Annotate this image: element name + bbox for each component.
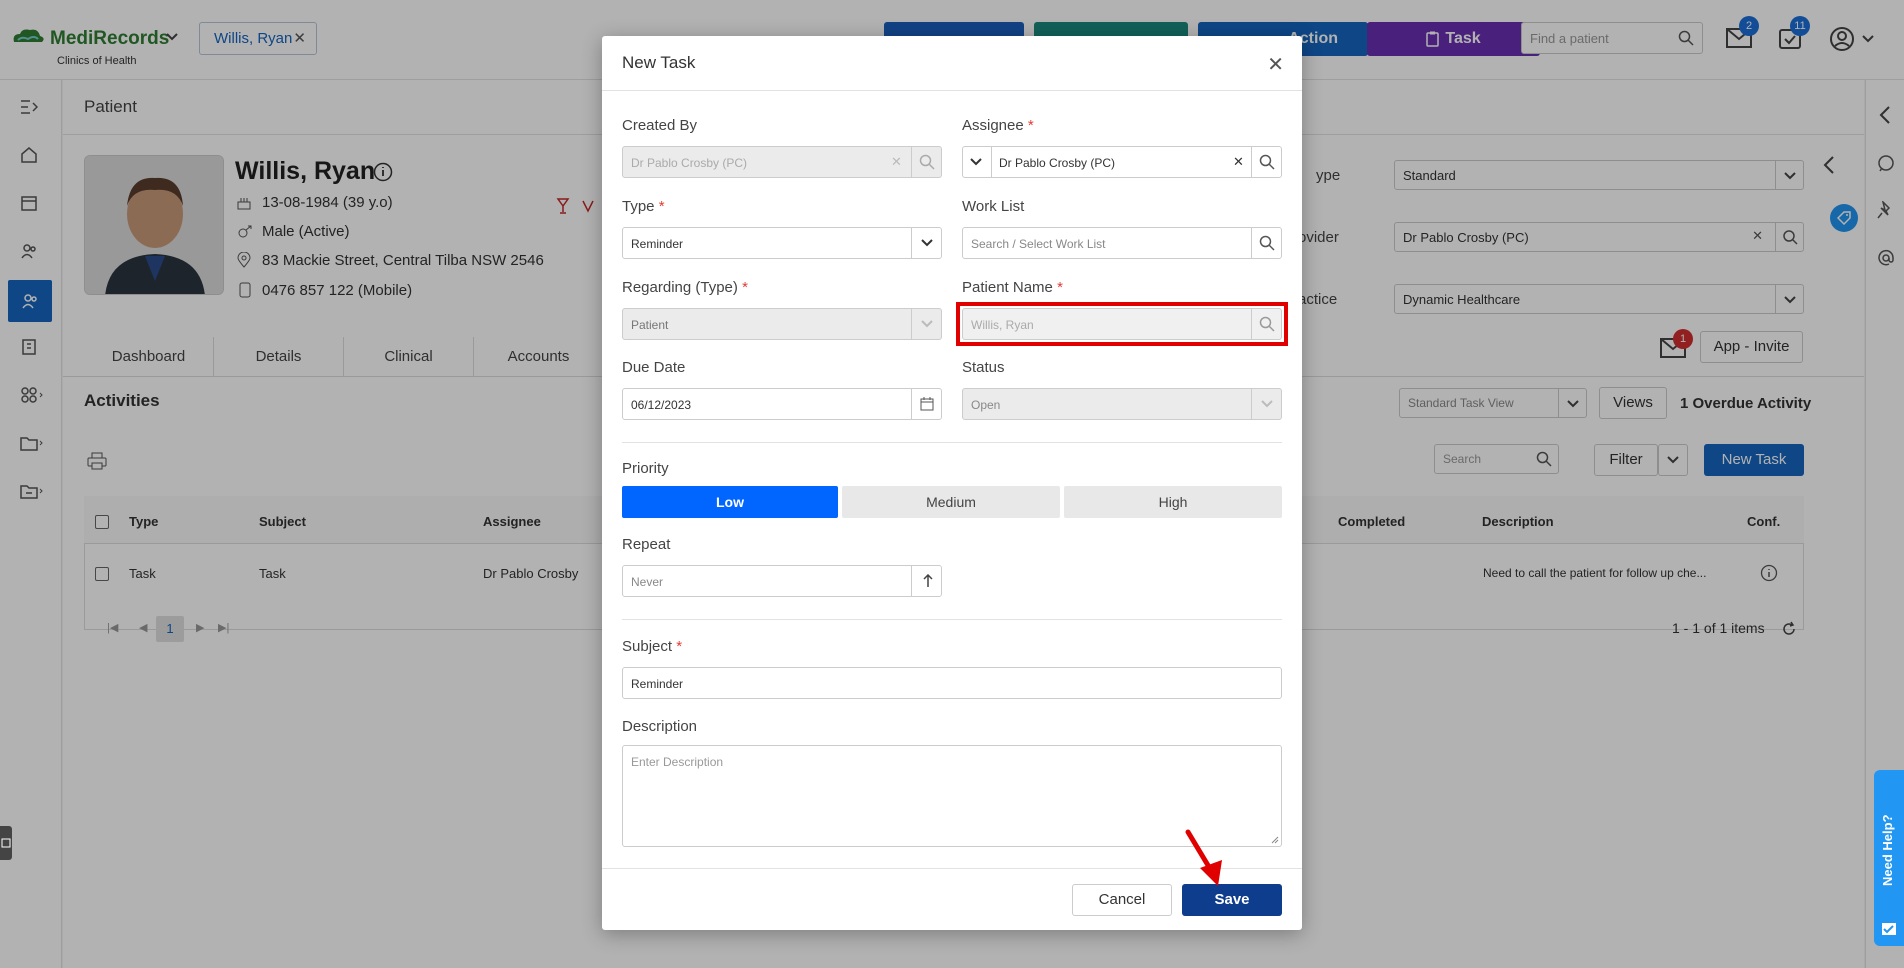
type-select[interactable]: Reminder	[622, 227, 942, 259]
assignee-value: Dr Pablo Crosby (PC)	[999, 156, 1116, 170]
required-mark: *	[1027, 117, 1034, 134]
required-mark: *	[1057, 279, 1063, 296]
repeat-select[interactable]: Never	[622, 565, 942, 597]
assignee-label: Assignee *	[962, 117, 1034, 134]
calendar-icon[interactable]	[920, 397, 934, 411]
due-date-label: Due Date	[622, 359, 686, 376]
required-mark: *	[658, 198, 665, 215]
chevron-down-icon	[920, 236, 934, 250]
highlight-box	[956, 302, 1288, 346]
regarding-label: Regarding (Type) *	[622, 279, 748, 296]
created-by-field: Dr Pablo Crosby (PC) ✕	[622, 146, 942, 178]
close-icon[interactable]: ✕	[1267, 52, 1284, 77]
search-icon	[919, 154, 935, 170]
repeat-options-icon[interactable]	[921, 574, 935, 588]
required-mark: *	[742, 279, 748, 296]
side-widget[interactable]	[0, 826, 12, 860]
work-list-input[interactable]: Search / Select Work List	[962, 227, 1282, 259]
created-by-value: Dr Pablo Crosby (PC)	[631, 156, 748, 170]
need-help-label: Need Help?	[1880, 814, 1895, 886]
required-mark: *	[676, 638, 683, 655]
work-list-label: Work List	[962, 198, 1025, 215]
chevron-down-icon	[1260, 397, 1274, 411]
regarding-label-text: Regarding (Type)	[622, 279, 738, 296]
priority-label: Priority	[622, 460, 669, 477]
priority-medium-button[interactable]: Medium	[842, 486, 1060, 518]
search-icon[interactable]	[1259, 235, 1275, 251]
created-by-label: Created By	[622, 117, 698, 134]
chevron-down-icon	[920, 317, 934, 331]
resize-handle-icon[interactable]	[1271, 836, 1279, 844]
patient-name-label: Patient Name *	[962, 279, 1063, 296]
type-value: Reminder	[631, 237, 684, 251]
regarding-select: Patient	[622, 308, 942, 340]
modal-header: New Task ✕	[602, 36, 1302, 91]
description-textarea[interactable]: Enter Description	[622, 745, 1282, 847]
subject-value: Reminder	[631, 677, 684, 691]
priority-low-button[interactable]: Low	[622, 486, 838, 518]
status-label: Status	[962, 359, 1005, 376]
due-date-value: 06/12/2023	[631, 398, 692, 412]
status-select: Open	[962, 388, 1282, 420]
assignee-field[interactable]: Dr Pablo Crosby (PC) ✕	[962, 146, 1282, 178]
regarding-value: Patient	[631, 318, 669, 332]
type-label: Type *	[622, 198, 665, 215]
need-help-tab[interactable]: Need Help?	[1874, 770, 1904, 946]
subject-input[interactable]: Reminder	[622, 667, 1282, 699]
description-placeholder: Enter Description	[631, 755, 724, 769]
subject-label: Subject *	[622, 638, 682, 655]
widget-icon	[1, 837, 11, 849]
divider	[622, 619, 1282, 620]
type-label-text: Type	[622, 198, 655, 215]
subject-label-text: Subject	[622, 638, 673, 655]
search-icon[interactable]	[1259, 154, 1275, 170]
arrow-pointer-icon	[1184, 828, 1228, 890]
status-value: Open	[971, 398, 1001, 412]
close-icon[interactable]: ✕	[1233, 154, 1244, 170]
help-mail-icon	[1881, 922, 1897, 936]
patient-name-label-text: Patient Name	[962, 279, 1053, 296]
priority-high-button[interactable]: High	[1064, 486, 1282, 518]
close-icon: ✕	[891, 154, 902, 169]
repeat-value: Never	[631, 575, 664, 589]
chevron-down-icon[interactable]	[969, 155, 983, 169]
modal-title: New Task	[622, 53, 696, 72]
cancel-button[interactable]: Cancel	[1072, 884, 1172, 916]
assignee-label-text: Assignee	[962, 117, 1024, 134]
repeat-label: Repeat	[622, 536, 671, 553]
divider	[622, 442, 1282, 443]
description-label: Description	[622, 718, 698, 735]
new-task-modal: New Task ✕ Created By Dr Pablo Crosby (P…	[602, 36, 1302, 930]
due-date-input[interactable]: 06/12/2023	[622, 388, 942, 420]
app-root: MediRecords Clinics of Health Willis, Ry…	[0, 0, 1904, 968]
work-list-placeholder: Search / Select Work List	[971, 237, 1106, 251]
